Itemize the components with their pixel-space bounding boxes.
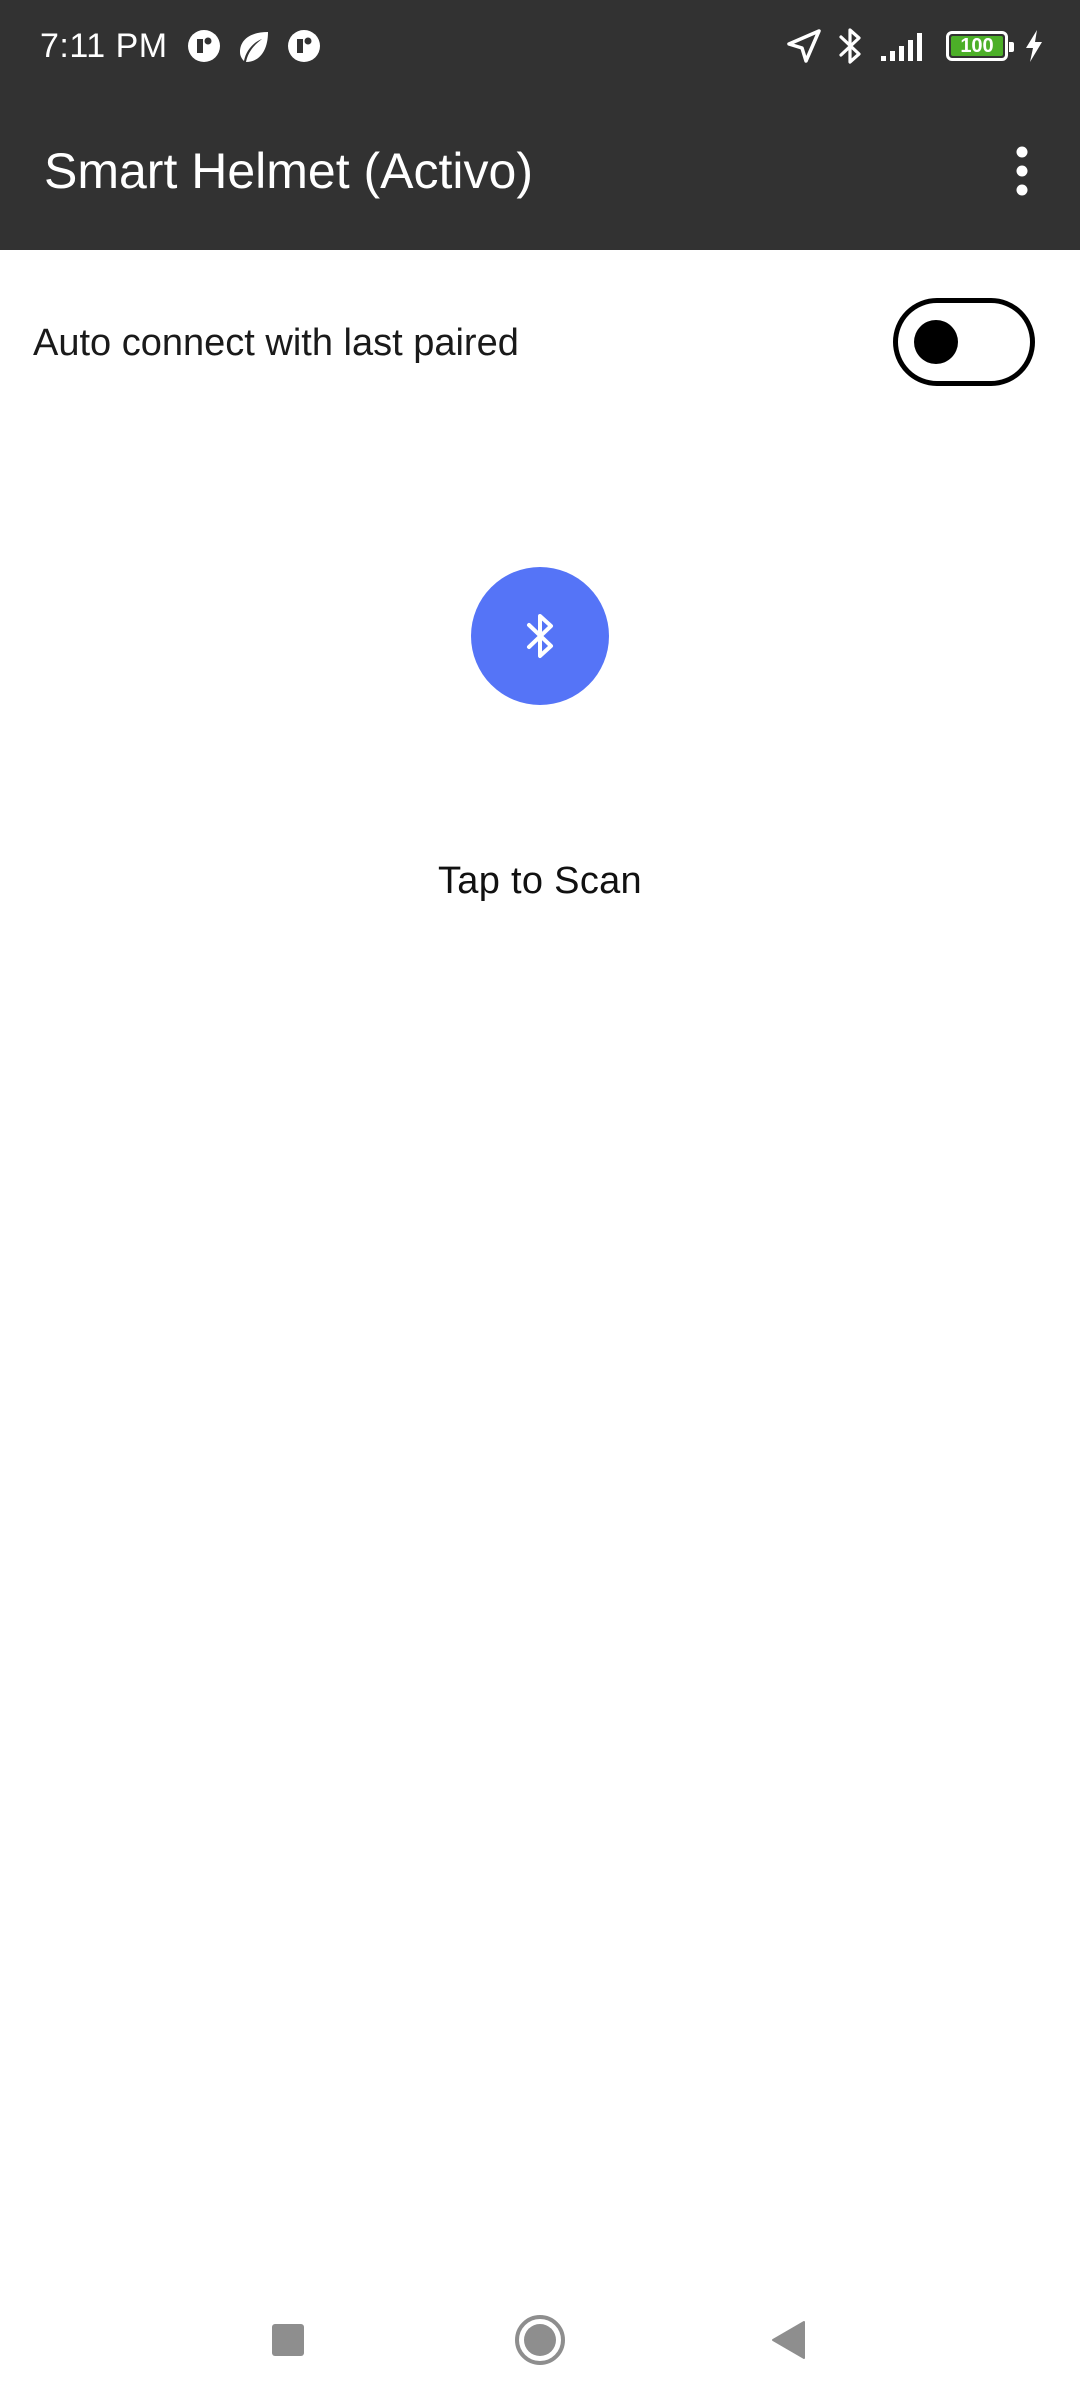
signal-icon: [881, 33, 922, 61]
leaf-icon: [239, 32, 268, 62]
bluetooth-icon: [527, 614, 553, 658]
battery-fill: 100: [951, 36, 1003, 56]
auto-connect-row: Auto connect with last paired: [0, 250, 1080, 436]
recents-icon: [272, 2324, 304, 2356]
home-icon: [515, 2315, 565, 2365]
overflow-menu-button[interactable]: [982, 131, 1062, 211]
status-left: 7:11 PM: [40, 0, 322, 92]
status-time: 7:11 PM: [40, 26, 168, 65]
toggle-knob: [914, 320, 958, 364]
charging-icon: [1026, 30, 1042, 62]
circle-app-icon: [287, 30, 320, 62]
bluetooth-icon: [839, 28, 861, 64]
scan-button[interactable]: [471, 567, 609, 705]
battery-level: 100: [960, 35, 994, 57]
scan-label[interactable]: Tap to Scan: [0, 860, 1080, 903]
auto-connect-label: Auto connect with last paired: [33, 322, 519, 364]
app-title: Smart Helmet (Activo): [44, 143, 533, 199]
auto-connect-toggle[interactable]: [893, 298, 1035, 386]
status-bar: 7:11 PM 100: [0, 0, 1080, 92]
status-right: 100: [786, 0, 1044, 92]
app-bar: Smart Helmet (Activo): [0, 92, 1080, 250]
battery-icon: 100: [946, 31, 1014, 61]
location-icon: [787, 29, 821, 63]
home-button[interactable]: [500, 2300, 580, 2380]
recents-button[interactable]: [248, 2300, 328, 2380]
back-icon: [772, 2321, 805, 2359]
back-button[interactable]: [748, 2300, 828, 2380]
navigation-bar: [0, 2280, 1080, 2400]
more-vert-icon: [1016, 146, 1028, 196]
circle-app-icon: [187, 30, 220, 62]
